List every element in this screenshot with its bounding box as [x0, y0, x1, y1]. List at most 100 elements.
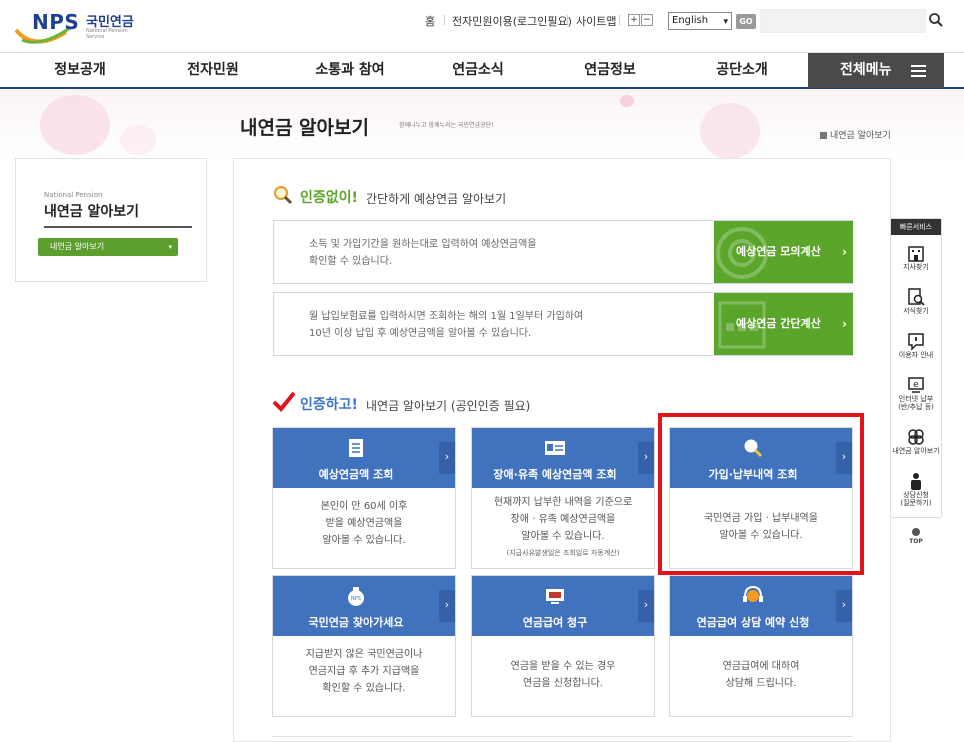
page-title: 내연금 알아보기: [240, 117, 369, 139]
quick-item-consultation[interactable]: 상담신청 (질문하기): [891, 471, 941, 507]
quick-item-label: 상담신청: [903, 491, 929, 499]
card-line: 본인이 만 60세 이후: [320, 501, 408, 512]
card-header: NPS 국민연금 찾아가세요 ›: [273, 576, 455, 636]
highlight-box: [658, 413, 864, 575]
card-header: 연금급여 상담 예약 신청 ›: [670, 576, 852, 636]
simple-calc-text: 월 납입보험료를 입력하시면 조회하는 해의 1월 1일부터 가입하여 10년 …: [309, 308, 583, 342]
card-title: 연금급여 청구: [522, 616, 588, 629]
divider: [273, 736, 853, 737]
e-service-link[interactable]: 전자민원이용(로그인필요): [452, 13, 572, 29]
breadcrumb: 내연금 알아보기: [820, 128, 891, 141]
chevron-right-icon: ›: [439, 590, 455, 622]
quick-item-label: (질문하기): [900, 499, 932, 507]
main-navigation: 정보공개 전자민원 소통과 참여 연금소식 연금정보 공단소개 전체메뉴: [0, 52, 964, 89]
divider: [619, 15, 620, 25]
zoom-out-button[interactable]: −: [641, 14, 653, 26]
magnifier-icon: [274, 186, 293, 205]
card-line: 받을 예상연금액을: [325, 518, 403, 529]
card-line: 현재까지 납부한 내역을 기준으로: [493, 497, 633, 508]
home-link[interactable]: 홈: [425, 13, 435, 29]
nav-item-e-service[interactable]: 전자민원: [163, 53, 263, 87]
sidebar-menu-label: 내연금 알아보기: [50, 242, 105, 251]
sitemap-link[interactable]: 사이트맵: [576, 13, 616, 29]
search-icon[interactable]: [928, 12, 944, 28]
card-header: 예상연금액 조회 ›: [273, 428, 455, 488]
section-auth-desc: 내연금 알아보기 (공인인증 필요): [366, 399, 531, 413]
nav-item-pension-info[interactable]: 연금정보: [560, 53, 660, 87]
language-selected: English: [672, 15, 709, 26]
building-icon: [908, 246, 924, 262]
mock-calc-text: 소득 및 가입기간을 원하는대로 입력하여 예상연금액을 확인할 수 있습니다.: [309, 236, 537, 270]
language-select[interactable]: English ▾: [668, 12, 732, 30]
card-line: 연금지급 후 추가 지급액을: [308, 666, 420, 677]
sidebar-menu-select[interactable]: 내연금 알아보기 ▾: [38, 238, 178, 256]
search-input[interactable]: [760, 9, 926, 33]
card-description: 연금을 받을 수 있는 경우 연금을 신청합니다.: [472, 658, 654, 692]
chevron-right-icon: ›: [439, 442, 455, 474]
checkmark-icon: [272, 391, 296, 412]
logo-brand: NPS: [32, 10, 80, 34]
card-description: 연금급여에 대하여 상담해 드립니다.: [670, 658, 852, 692]
nps-logo[interactable]: NPS 국민연금 National Pension Service: [14, 8, 144, 44]
heart-decoration: [40, 95, 110, 155]
heart-decoration: [620, 95, 634, 107]
document-search-icon: [908, 288, 925, 306]
quick-item-branch[interactable]: 지사찾기: [891, 243, 941, 271]
scroll-top-button[interactable]: TOP: [898, 528, 934, 545]
all-menu-button[interactable]: 전체메뉴: [808, 53, 944, 88]
card-title: 연금급여 상담 예약 신청: [696, 616, 810, 629]
divider: [567, 15, 568, 25]
target-icon: [716, 227, 768, 279]
chevron-right-icon: ›: [842, 317, 847, 331]
svg-text:NPS: NPS: [351, 596, 361, 602]
heart-decoration: [700, 103, 760, 159]
svg-text:e: e: [913, 380, 919, 390]
language-go-button[interactable]: GO: [736, 14, 756, 29]
logo-name-en: National Pension Service: [86, 28, 128, 40]
section-no-auth-title: 인증없이!: [300, 190, 358, 206]
quick-item-label: 서식찾기: [903, 307, 929, 315]
simple-calc-button[interactable]: 예상연금 간단계산 ›: [714, 293, 853, 355]
nav-item-news[interactable]: 연금소식: [428, 53, 528, 87]
quick-item-label: 내연금 알아보기: [892, 447, 940, 455]
card-line: 확인할 수 있습니다.: [322, 683, 406, 694]
card-line: 알아볼 수 있습니다.: [322, 535, 406, 546]
chevron-right-icon: ›: [836, 590, 852, 622]
card-note: (지급사유발생일은 조회일로 자동계산): [506, 549, 620, 557]
nav-item-about[interactable]: 공단소개: [692, 53, 792, 87]
speech-bubble-icon: [908, 333, 924, 351]
breadcrumb-current: 내연금 알아보기: [830, 131, 891, 141]
nav-item-communication[interactable]: 소통과 참여: [295, 53, 405, 87]
scroll-top-label: TOP: [909, 538, 923, 545]
chevron-right-icon: ›: [638, 590, 654, 622]
zoom-in-button[interactable]: +: [628, 14, 640, 26]
quick-item-my-pension[interactable]: 내연금 알아보기: [891, 427, 941, 455]
card-find-pension[interactable]: NPS 국민연금 찾아가세요 › 지급받지 않은 국민연금이나 연금지급 후 추…: [272, 575, 456, 717]
headset-icon: [743, 585, 763, 602]
divider: [44, 226, 192, 228]
mock-calc-button[interactable]: 예상연금 모의계산 ›: [714, 221, 853, 283]
heart-decoration: [120, 125, 156, 155]
card-title: 국민연금 찾아가세요: [308, 616, 404, 629]
all-menu-label: 전체메뉴: [840, 62, 892, 78]
card-disability-survivor[interactable]: 장애·유족 예상연금액 조회 › 현재까지 납부한 내역을 기준으로 장애 · …: [471, 427, 655, 569]
simple-calc-box: 월 납입보험료를 입력하시면 조회하는 해의 1월 1일부터 가입하여 10년 …: [273, 292, 853, 356]
nav-item-info[interactable]: 정보공개: [30, 53, 130, 87]
quick-item-forms[interactable]: 서식찾기: [891, 287, 941, 315]
card-line: 연금을 받을 수 있는 경우: [510, 661, 616, 672]
card-title: 예상연금액 조회: [318, 468, 394, 481]
id-card-icon: [545, 441, 565, 455]
quick-item-label: 이용자 안내: [898, 351, 934, 359]
card-consultation-booking[interactable]: 연금급여 상담 예약 신청 › 연금급여에 대하여 상담해 드립니다.: [669, 575, 853, 717]
home-icon: [820, 132, 827, 139]
monitor-e-icon: e: [908, 377, 924, 393]
quick-item-user-guide[interactable]: 이용자 안내: [891, 331, 941, 359]
divider: [444, 15, 445, 25]
page-subtitle: 함께나누고 함께누리는 국민연금공단!: [399, 122, 494, 129]
card-expected-pension[interactable]: 예상연금액 조회 › 본인이 만 60세 이후 받을 예상연금액을 알아볼 수 …: [272, 427, 456, 569]
card-benefit-claim[interactable]: 연금급여 청구 › 연금을 받을 수 있는 경우 연금을 신청합니다.: [471, 575, 655, 717]
quick-item-internet-payment[interactable]: e 인터넷 납부 (반/추납 등): [891, 375, 941, 411]
section-auth-title: 인증하고!: [300, 397, 358, 413]
section-no-auth-desc: 간단하게 예상연금 알아보기: [366, 192, 507, 206]
card-header: 연금급여 청구 ›: [472, 576, 654, 636]
